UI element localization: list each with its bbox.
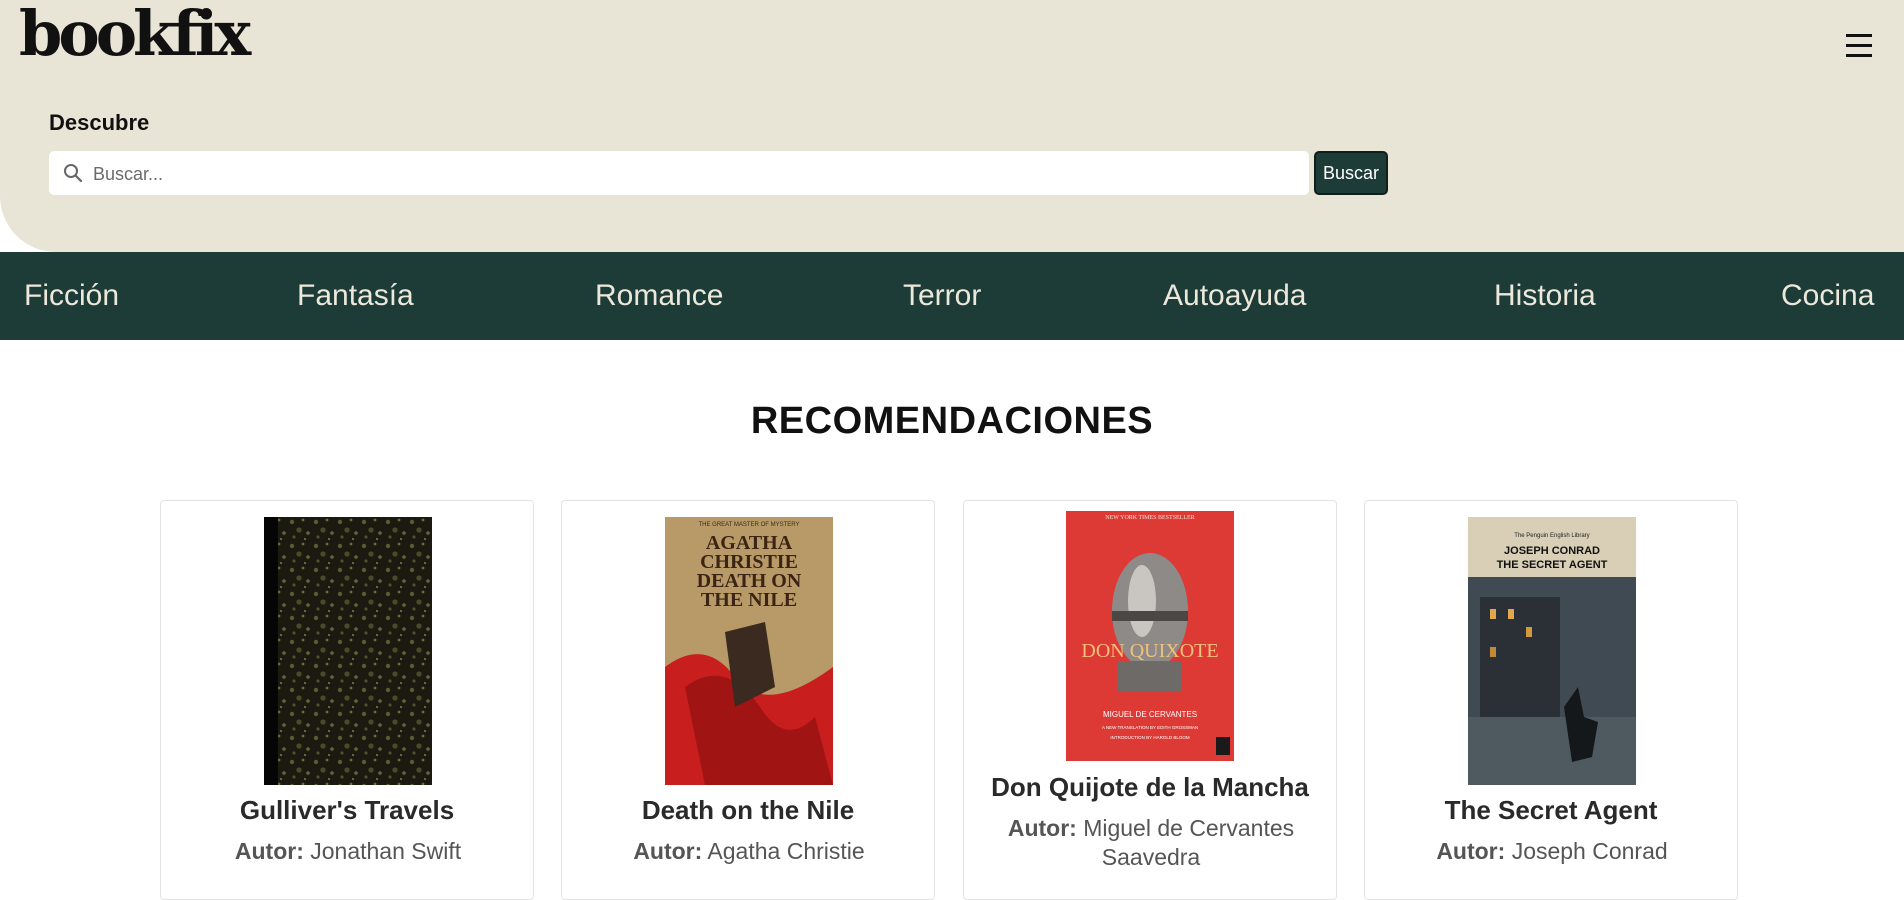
search-box[interactable] — [49, 151, 1309, 197]
cover-text: THE GREAT MASTER OF MYSTERY — [698, 522, 799, 528]
book-author: Autor: Miguel de Cervantes Saavedra — [984, 814, 1318, 872]
book-title[interactable]: Don Quijote de la Mancha — [964, 772, 1336, 803]
book-card[interactable]: NEW YORK TIMES BESTSELLER DON QUIXOTE MI… — [963, 500, 1337, 900]
category-romance[interactable]: Romance — [595, 252, 723, 340]
book-cover-image[interactable]: The Penguin English Library JOSEPH CONRA… — [1468, 517, 1636, 785]
discover-heading: Descubre — [49, 110, 150, 135]
cover-text: DON QUIXOTE — [1081, 640, 1218, 662]
book-cover-image[interactable]: NEW YORK TIMES BESTSELLER DON QUIXOTE MI… — [1066, 511, 1234, 761]
category-cocina[interactable]: Cocina — [1781, 252, 1874, 340]
book-author: Autor: Jonathan Swift — [181, 837, 515, 866]
book-cover-image[interactable] — [264, 517, 432, 785]
cover-text: MIGUEL DE CERVANTES — [1103, 710, 1197, 719]
cover-text: INTRODUCTION BY HAROLD BLOOM — [1110, 735, 1189, 740]
cover-text: The Penguin English Library — [1514, 533, 1589, 539]
cover-text: THE SECRET AGENT — [1497, 559, 1608, 571]
book-card[interactable]: THE GREAT MASTER OF MYSTERY AGATHA CHRIS… — [561, 500, 935, 900]
author-label: Autor: — [1436, 838, 1506, 864]
author-name: Joseph Conrad — [1511, 838, 1668, 864]
search-input[interactable] — [91, 151, 1295, 197]
category-nav: Ficción Fantasía Romance Terror Autoayud… — [0, 252, 1904, 340]
cover-text: A NEW TRANSLATION BY EDITH GROSSMAN — [1102, 725, 1198, 730]
hamburger-menu-icon[interactable] — [1846, 33, 1872, 57]
author-label: Autor: — [1007, 815, 1077, 841]
search-icon — [64, 164, 83, 183]
book-author: Autor: Joseph Conrad — [1385, 837, 1719, 866]
header: bookfix Descubre Buscar — [0, 0, 1904, 252]
book-card[interactable]: The Penguin English Library JOSEPH CONRA… — [1364, 500, 1738, 900]
category-fantasia[interactable]: Fantasía — [297, 252, 414, 340]
author-label: Autor: — [234, 838, 304, 864]
book-title[interactable]: The Secret Agent — [1365, 795, 1737, 826]
book-card[interactable]: Gulliver's Travels Autor: Jonathan Swift — [160, 500, 534, 900]
category-terror[interactable]: Terror — [903, 252, 981, 340]
book-author: Autor: Agatha Christie — [582, 837, 916, 866]
recommendations-title: RECOMENDACIONES — [750, 400, 1154, 442]
category-ficcion[interactable]: Ficción — [24, 252, 119, 340]
author-name: Agatha Christie — [707, 838, 865, 864]
book-title[interactable]: Death on the Nile — [562, 795, 934, 826]
author-name: Jonathan Swift — [310, 838, 462, 864]
category-historia[interactable]: Historia — [1494, 252, 1596, 340]
cover-text: THE NILE — [701, 589, 797, 611]
search-button[interactable]: Buscar — [1314, 151, 1388, 195]
author-name: Miguel de Cervantes Saavedra — [1083, 815, 1295, 870]
logo[interactable]: bookfix — [19, 0, 251, 72]
book-title[interactable]: Gulliver's Travels — [161, 795, 533, 826]
cover-text: NEW YORK TIMES BESTSELLER — [1105, 515, 1194, 521]
book-cover-image[interactable]: THE GREAT MASTER OF MYSTERY AGATHA CHRIS… — [665, 517, 833, 785]
category-autoayuda[interactable]: Autoayuda — [1163, 252, 1306, 340]
author-label: Autor: — [633, 838, 703, 864]
cover-text: JOSEPH CONRAD — [1504, 545, 1600, 557]
